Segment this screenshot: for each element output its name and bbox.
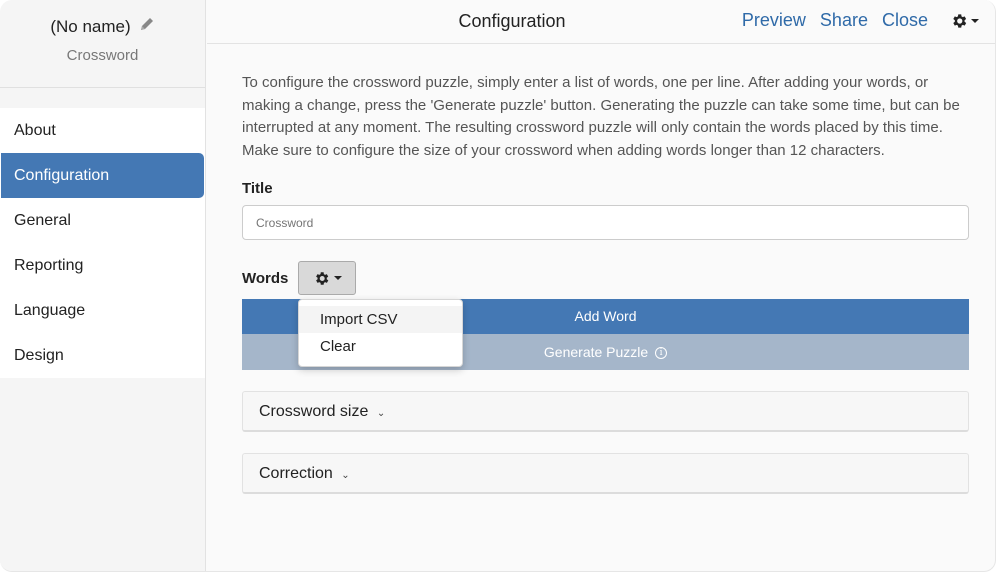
close-link[interactable]: Close bbox=[882, 10, 928, 31]
chevron-down-icon: ⌄ bbox=[376, 408, 386, 419]
sidebar-item-language[interactable]: Language bbox=[0, 288, 205, 333]
caret-down-icon bbox=[333, 276, 342, 280]
configuration-content: To configure the crossword puzzle, simpl… bbox=[242, 72, 969, 494]
info-icon[interactable]: i bbox=[655, 347, 668, 360]
menu-item-clear[interactable]: Clear bbox=[299, 333, 462, 360]
sidebar-item-design[interactable]: Design bbox=[0, 333, 205, 378]
activity-name-text: (No name) bbox=[50, 16, 131, 36]
settings-menu-button[interactable] bbox=[950, 12, 979, 30]
preview-link[interactable]: Preview bbox=[742, 10, 806, 31]
pencil-icon[interactable] bbox=[139, 16, 155, 37]
title-label: Title bbox=[242, 180, 273, 197]
header-actions: Preview Share Close bbox=[742, 10, 979, 31]
sidebar-item-about[interactable]: About bbox=[0, 108, 205, 153]
menu-item-import-csv[interactable]: Import CSV bbox=[299, 306, 462, 333]
caret-down-icon bbox=[971, 18, 979, 23]
sidebar-header: (No name) Crossword bbox=[0, 0, 205, 88]
sidebar: (No name) Crossword About Configuration … bbox=[0, 0, 206, 571]
sidebar-item-general[interactable]: General bbox=[0, 198, 205, 243]
crossword-size-label: Crossword size bbox=[259, 403, 369, 420]
gear-icon bbox=[953, 13, 967, 28]
words-header: Words bbox=[242, 261, 969, 295]
sidebar-item-configuration[interactable]: Configuration bbox=[1, 153, 204, 198]
crossword-size-panel[interactable]: Crossword size ⌄ bbox=[242, 391, 969, 432]
title-input[interactable] bbox=[242, 205, 969, 240]
generate-puzzle-label: Generate Puzzle bbox=[543, 344, 649, 360]
chevron-down-icon: ⌄ bbox=[341, 470, 350, 481]
correction-panel[interactable]: Correction ⌄ bbox=[242, 453, 969, 494]
gear-icon bbox=[316, 271, 329, 285]
activity-type: Crossword bbox=[66, 47, 139, 64]
words-options-menu: Import CSV Clear bbox=[298, 299, 463, 367]
app-window: (No name) Crossword About Configuration … bbox=[0, 0, 996, 572]
correction-label: Correction bbox=[259, 465, 333, 482]
share-link[interactable]: Share bbox=[820, 10, 868, 31]
top-bar: Configuration Preview Share Close bbox=[207, 0, 995, 44]
activity-name[interactable]: (No name) bbox=[50, 16, 154, 37]
words-label: Words bbox=[242, 269, 289, 287]
page-title: Configuration bbox=[458, 11, 566, 31]
sidebar-item-reporting[interactable]: Reporting bbox=[0, 243, 205, 288]
words-options-button[interactable] bbox=[298, 261, 357, 295]
sidebar-nav: About Configuration General Reporting La… bbox=[0, 108, 205, 378]
intro-text: To configure the crossword puzzle, simpl… bbox=[242, 74, 960, 159]
